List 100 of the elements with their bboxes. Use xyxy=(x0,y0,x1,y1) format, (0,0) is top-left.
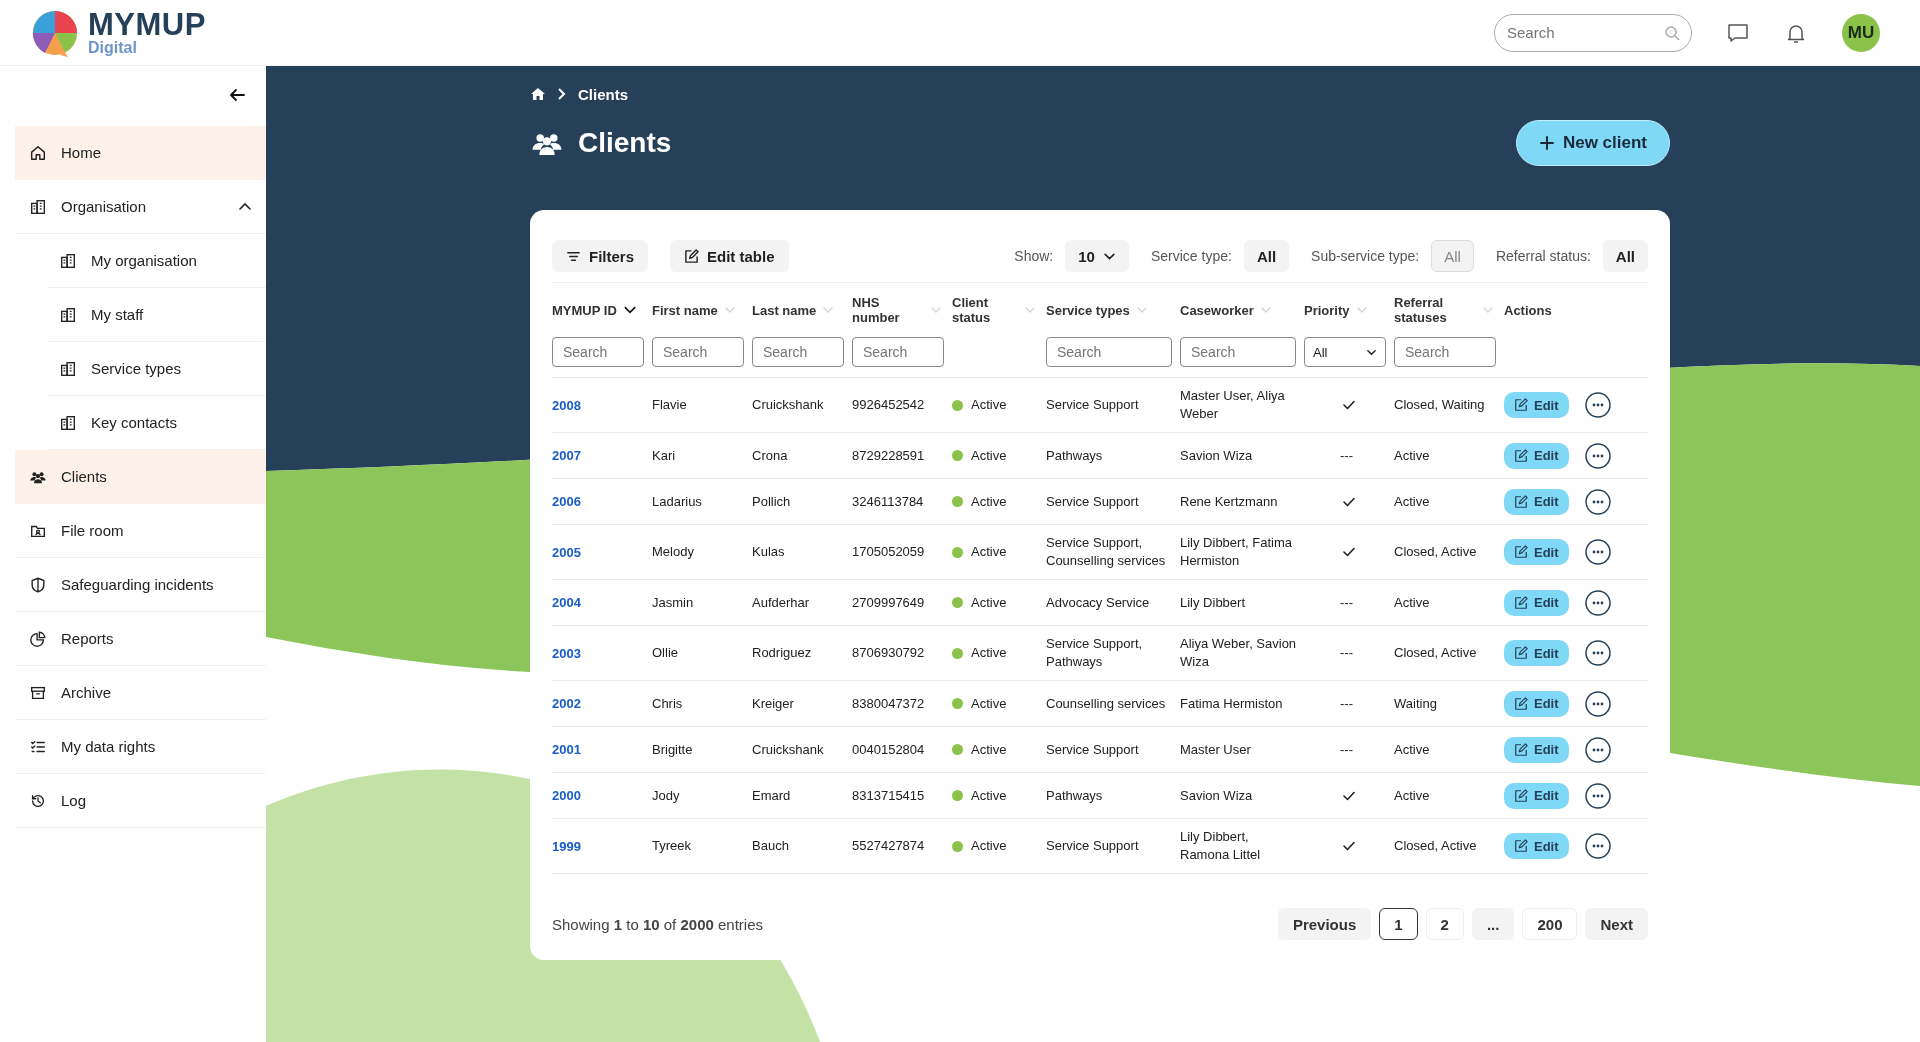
table-cell-text: Pathways xyxy=(1046,446,1104,465)
edit-button[interactable]: Edit xyxy=(1504,833,1569,859)
client-id-link[interactable]: 2003 xyxy=(552,645,581,661)
edit-button[interactable]: Edit xyxy=(1504,442,1569,469)
table-cell-text: Brigitte xyxy=(652,740,694,759)
logo-tagline: Digital xyxy=(88,40,138,56)
more-options-icon[interactable] xyxy=(1584,833,1611,859)
client-id-link[interactable]: 2005 xyxy=(552,544,581,560)
column-header[interactable]: NHS number xyxy=(852,295,924,325)
filter-select[interactable]: All xyxy=(1602,240,1648,272)
more-options-icon[interactable] xyxy=(1584,589,1611,616)
table-cell-text: Tyreek xyxy=(652,837,692,855)
search-field[interactable]: Search xyxy=(1394,337,1496,367)
search-field[interactable]: Search xyxy=(852,337,944,367)
filters-button[interactable]: Filters xyxy=(552,240,648,272)
pagination-nav-button[interactable]: Next xyxy=(1585,908,1648,940)
column-header[interactable]: First name xyxy=(652,302,718,318)
table-cell-text: Active xyxy=(1394,446,1431,465)
column-header[interactable]: Client status xyxy=(952,295,1018,325)
client-id-link[interactable]: 2006 xyxy=(552,494,581,509)
table-cell-text: --- xyxy=(1340,644,1354,662)
table-cell-text: Lily Dibbert, Ramona Littel xyxy=(1180,828,1262,864)
filter-select[interactable]: All xyxy=(1243,240,1290,272)
table-cell-text: Closed, Active xyxy=(1394,543,1478,561)
client-id-link[interactable]: 2004 xyxy=(552,595,581,610)
edit-button[interactable]: Edit xyxy=(1504,736,1569,763)
column-header[interactable]: MYMUP ID xyxy=(552,302,617,318)
table-cell-text: 8380047372 xyxy=(852,694,926,713)
search-field[interactable]: Search xyxy=(552,337,644,367)
table-cell-text: Active xyxy=(1394,492,1431,511)
client-id-link[interactable]: 2001 xyxy=(552,742,581,757)
client-id-link[interactable]: 2007 xyxy=(552,448,581,463)
more-options-icon[interactable] xyxy=(1584,392,1611,418)
pagination-nav-button[interactable]: Previous xyxy=(1277,908,1372,940)
back-arrow-icon[interactable] xyxy=(228,86,246,104)
table-cell-text: Aliya Weber, Savion Wiza xyxy=(1180,635,1298,671)
page-button[interactable]: 1 xyxy=(1379,908,1418,940)
edit-button[interactable]: Edit xyxy=(1504,488,1569,515)
client-id-link[interactable]: 2008 xyxy=(552,397,581,413)
sidebar-item[interactable]: Clients xyxy=(15,450,266,504)
search-field[interactable]: Search xyxy=(1046,337,1172,367)
table-cell-text: Rodriguez xyxy=(752,644,813,662)
edit-button[interactable]: Edit xyxy=(1504,640,1569,666)
edit-icon xyxy=(1514,595,1528,610)
status-text: Active xyxy=(971,446,1007,465)
filter-label: Referral status: xyxy=(1495,248,1591,264)
pie-chart-icon xyxy=(29,629,47,648)
edit-button[interactable]: Edit xyxy=(1504,539,1569,565)
search-field[interactable]: Search xyxy=(652,337,744,367)
more-options-icon[interactable] xyxy=(1584,640,1611,666)
table-cell-text: Kari xyxy=(652,446,677,465)
edit-button[interactable]: Edit xyxy=(1504,392,1569,418)
search-icon xyxy=(1664,24,1680,41)
filter-label: Sub-service type: xyxy=(1311,248,1420,264)
table-cell-text: Service Support, Pathways xyxy=(1046,635,1144,671)
client-id-link[interactable]: 2000 xyxy=(552,788,581,803)
more-options-icon[interactable] xyxy=(1584,539,1611,565)
edit-button[interactable]: Edit xyxy=(1504,589,1569,616)
edit-button[interactable]: Edit xyxy=(1504,782,1569,809)
priority-select[interactable]: All xyxy=(1304,337,1386,367)
edit-button[interactable]: Edit xyxy=(1504,690,1569,717)
table-cell-text: 9926452542 xyxy=(852,396,926,414)
status-text: Active xyxy=(971,396,1007,414)
pagination-ellipsis[interactable]: ... xyxy=(1471,908,1515,940)
edit-icon xyxy=(1514,448,1528,463)
more-options-icon[interactable] xyxy=(1584,782,1611,809)
table-cell-text: Kreiger xyxy=(752,694,795,713)
table-cell-text: Closed, Active xyxy=(1394,644,1478,662)
edit-icon xyxy=(1514,788,1528,803)
table-cell-text: 3246113784 xyxy=(852,492,925,511)
page-size-dropdown[interactable]: 10 xyxy=(1065,240,1129,272)
column-header[interactable]: Service types xyxy=(1046,302,1130,318)
sidebar-item[interactable]: Home xyxy=(15,126,266,180)
new-client-button[interactable]: New client xyxy=(1515,120,1670,166)
table-cell-text: Counselling services xyxy=(1046,694,1167,713)
more-options-icon[interactable] xyxy=(1584,488,1611,515)
table-cell-text: Savion Wiza xyxy=(1180,786,1254,805)
edit-table-button[interactable]: Edit table xyxy=(670,240,789,272)
table-cell-text: Service Support xyxy=(1046,837,1140,855)
page-button[interactable]: 2 xyxy=(1425,908,1464,940)
user-avatar[interactable]: MU xyxy=(1842,13,1880,52)
edit-icon xyxy=(1514,742,1528,757)
page-button[interactable]: 200 xyxy=(1522,908,1578,940)
column-header[interactable]: Caseworker xyxy=(1180,302,1254,318)
search-field[interactable]: Search xyxy=(752,337,844,367)
breadcrumb-item[interactable]: Clients xyxy=(578,85,628,103)
client-id-link[interactable]: 1999 xyxy=(552,838,581,854)
column-header[interactable]: Last name xyxy=(752,302,817,318)
more-options-icon[interactable] xyxy=(1584,442,1611,469)
column-header: Actions xyxy=(1504,302,1552,318)
home-icon[interactable] xyxy=(530,86,546,102)
table-cell-text: --- xyxy=(1340,694,1354,713)
search-field[interactable]: Search xyxy=(1494,13,1692,52)
more-options-icon[interactable] xyxy=(1584,736,1611,763)
table-cell-text: Melody xyxy=(652,543,695,561)
column-header[interactable]: Referral statuses xyxy=(1394,295,1476,325)
more-options-icon[interactable] xyxy=(1584,690,1611,717)
client-id-link[interactable]: 2002 xyxy=(552,696,581,711)
column-header[interactable]: Priority xyxy=(1304,302,1350,318)
search-field[interactable]: Search xyxy=(1180,337,1296,367)
